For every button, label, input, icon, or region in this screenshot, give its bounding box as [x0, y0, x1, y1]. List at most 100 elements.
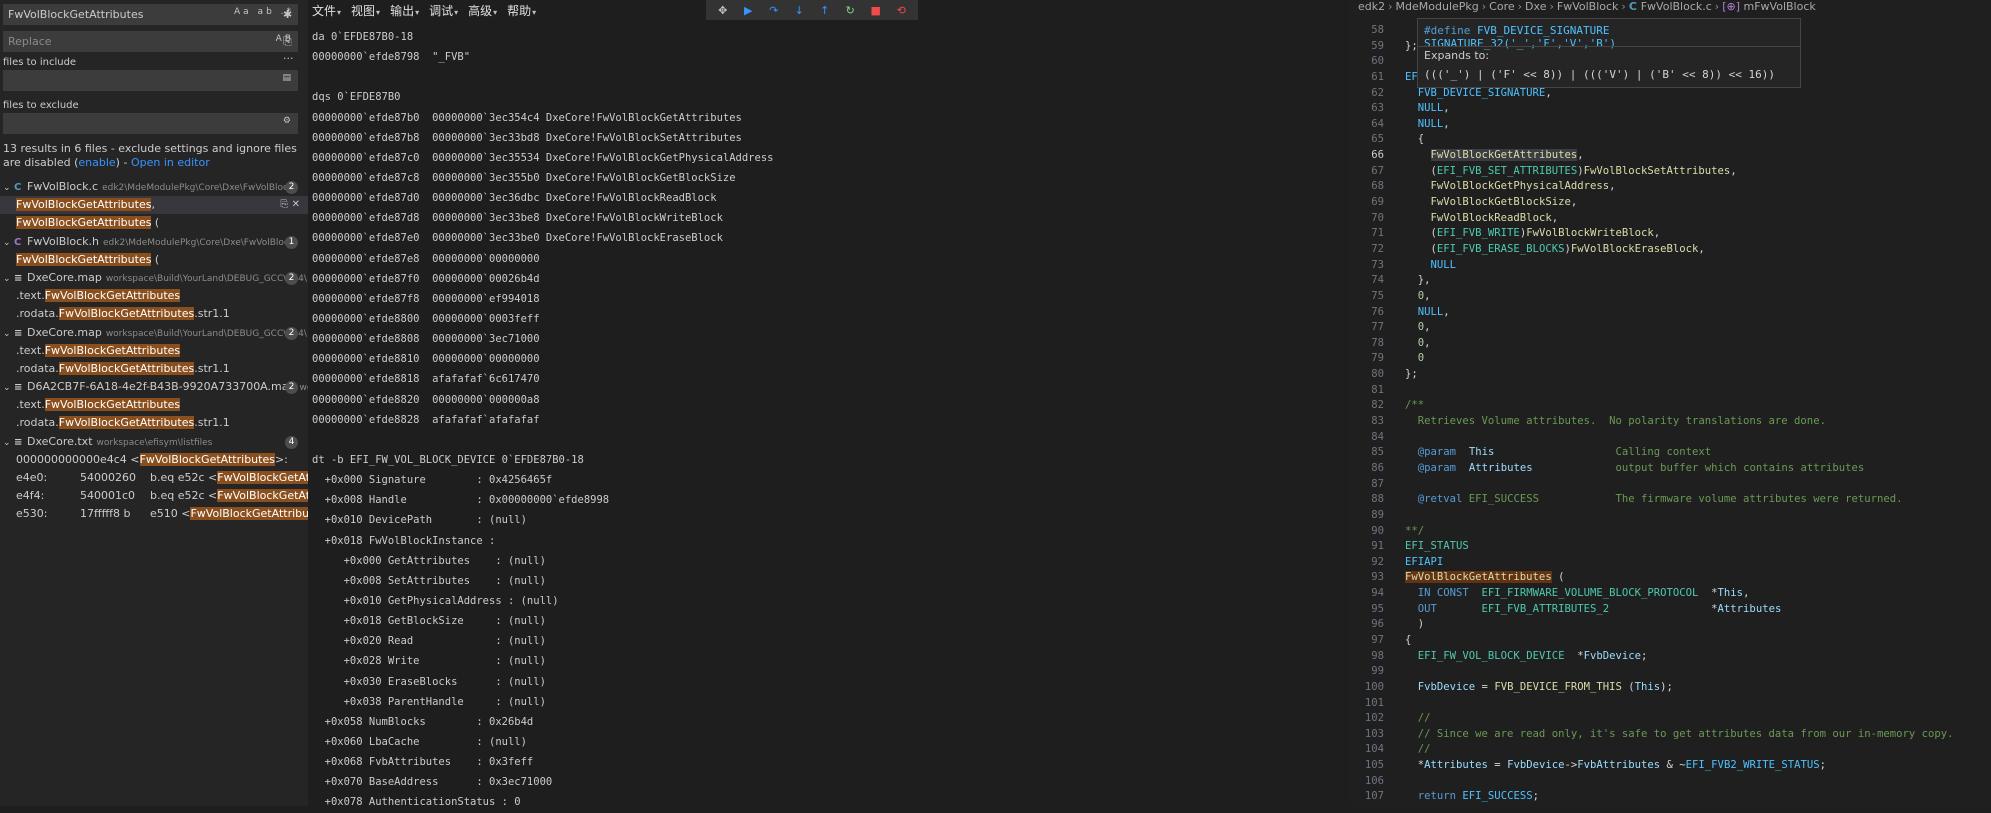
breadcrumb-symbol[interactable]: mFwVolBlock — [1744, 0, 1816, 13]
code-line[interactable]: 91 EFI_STATUS — [1348, 539, 1991, 555]
replace-all-icon[interactable]: ⎘ — [283, 35, 292, 49]
code-line[interactable]: 104 // — [1348, 742, 1991, 758]
code-line[interactable]: 69 FwVolBlockGetBlockSize, — [1348, 195, 1991, 211]
breadcrumb-item[interactable]: Core — [1489, 0, 1514, 13]
search-open-editors-icon[interactable]: ▤ — [282, 73, 294, 83]
result-match-row[interactable]: .rodata.FwVolBlockGetAttributes.str1.1 — [0, 414, 308, 432]
code-line[interactable]: 78 0, — [1348, 336, 1991, 352]
code-line[interactable]: 93 FwVolBlockGetAttributes ( — [1348, 570, 1991, 586]
replace-input[interactable]: Replace AB — [3, 31, 298, 52]
continue-icon[interactable]: ▶ — [741, 4, 755, 17]
code-line[interactable]: 79 0 — [1348, 351, 1991, 367]
code-line[interactable]: 89 — [1348, 508, 1991, 524]
search-input[interactable]: FwVolBlockGetAttributes Aa ab .* — [3, 4, 298, 25]
code-line[interactable]: 94 IN CONST EFI_FIRMWARE_VOLUME_BLOCK_PR… — [1348, 586, 1991, 602]
result-file-row[interactable]: ⌄ ≡ DxeCore.txt workspace\efisym\listfiles 4 — [0, 433, 308, 451]
result-file-row[interactable]: ⌄ ≡ D6A2CB7F-6A18-4e2f-B43B-9920A733700A.m… — [0, 378, 308, 396]
result-file-row[interactable]: ⌄ C FwVolBlock.c edk2\MdeModulePkg\Core\Dxe… — [0, 178, 308, 196]
open-in-editor-link[interactable]: Open in editor — [131, 156, 210, 169]
code-line[interactable]: 77 0, — [1348, 320, 1991, 336]
code-line[interactable]: 99 — [1348, 664, 1991, 680]
chevron-down-icon[interactable]: ⌄ — [3, 325, 14, 342]
code-line[interactable]: 98 EFI_FW_VOL_BLOCK_DEVICE *FvbDevice; — [1348, 649, 1991, 665]
code-line[interactable]: 76 NULL, — [1348, 305, 1991, 321]
files-to-include-input[interactable]: ▤ — [3, 70, 298, 91]
stop-icon[interactable]: ■ — [869, 4, 883, 17]
menu-item[interactable]: 视图 — [351, 4, 380, 18]
result-match-row[interactable]: FwVolBlockGetAttributes ( — [0, 251, 308, 269]
step-into-icon[interactable]: ↓ — [792, 4, 806, 17]
code-line[interactable]: 75 0, — [1348, 289, 1991, 305]
code-line[interactable]: 97 { — [1348, 633, 1991, 649]
replace-icon[interactable]: ⎘ — [280, 199, 291, 210]
dismiss-icon[interactable]: ✕ — [292, 199, 300, 210]
menu-item[interactable]: 文件 — [312, 4, 341, 18]
result-file-row[interactable]: ⌄ C FwVolBlock.h edk2\MdeModulePkg\Core\Dxe… — [0, 233, 308, 251]
code-line[interactable]: 96 ) — [1348, 617, 1991, 633]
code-line[interactable]: 100 FvbDevice = FVB_DEVICE_FROM_THIS (Th… — [1348, 680, 1991, 696]
code-line[interactable]: 85 @param This Calling context — [1348, 445, 1991, 461]
drag-handle-icon[interactable]: ✥ — [716, 4, 730, 17]
chevron-down-icon[interactable]: ⌄ — [3, 270, 14, 287]
code-line[interactable]: 68 FwVolBlockGetPhysicalAddress, — [1348, 179, 1991, 195]
code-line[interactable]: 80}; — [1348, 367, 1991, 383]
result-match-row[interactable]: .rodata.FwVolBlockGetAttributes.str1.1 — [0, 305, 308, 323]
code-line[interactable]: 63 NULL, — [1348, 101, 1991, 117]
code-line[interactable]: 92 EFIAPI — [1348, 555, 1991, 571]
code-line[interactable]: 65 { — [1348, 132, 1991, 148]
chevron-down-icon[interactable]: ⌄ — [3, 179, 14, 196]
disconnect-icon[interactable]: ⟲ — [894, 4, 908, 17]
code-line[interactable]: 101 — [1348, 696, 1991, 712]
code-line[interactable]: 107 return EFI_SUCCESS; — [1348, 789, 1991, 805]
enable-link[interactable]: enable — [78, 156, 115, 169]
step-over-icon[interactable]: ↷ — [767, 4, 781, 17]
code-line[interactable]: 72 (EFI_FVB_ERASE_BLOCKS)FwVolBlockErase… — [1348, 242, 1991, 258]
breadcrumb-file[interactable]: FwVolBlock.c — [1641, 0, 1712, 13]
result-match-row[interactable]: e4e0: 54000260 b.eq e52c <FwVolBlockGetAtt… — [0, 469, 308, 487]
more-options-icon[interactable]: ··· — [283, 52, 294, 65]
result-match-row[interactable]: .text.FwVolBlockGetAttributes — [0, 396, 308, 414]
code-line[interactable]: 84 — [1348, 430, 1991, 446]
files-to-exclude-input[interactable]: ⚙ — [3, 113, 298, 134]
code-line[interactable]: 87 — [1348, 477, 1991, 493]
code-line[interactable]: 70 FwVolBlockReadBlock, — [1348, 211, 1991, 227]
breadcrumb-item[interactable]: MdeModulePkg — [1396, 0, 1479, 13]
result-match-row[interactable]: FwVolBlockGetAttributes ( — [0, 214, 308, 232]
result-match-row[interactable]: .text.FwVolBlockGetAttributes — [0, 287, 308, 305]
menu-item[interactable]: 帮助 — [507, 4, 536, 18]
result-file-row[interactable]: ⌄ ≡ DxeCore.map workspace\Build\YourLand\DE… — [0, 324, 308, 342]
breadcrumb-item[interactable]: FwVolBlock — [1557, 0, 1619, 13]
menu-item[interactable]: 高级 — [468, 4, 497, 18]
step-out-icon[interactable]: ↑ — [818, 4, 832, 17]
code-line[interactable]: 64 NULL, — [1348, 117, 1991, 133]
result-match-row[interactable]: 000000000000e4c4 <FwVolBlockGetAttribute… — [0, 451, 308, 469]
menu-item[interactable]: 输出 — [390, 4, 419, 18]
code-line[interactable]: 71 (EFI_FVB_WRITE)FwVolBlockWriteBlock, — [1348, 226, 1991, 242]
code-line[interactable]: 88 @retval EFI_SUCCESS The firmware volu… — [1348, 492, 1991, 508]
code-line[interactable]: 95 OUT EFI_FVB_ATTRIBUTES_2 *Attributes — [1348, 602, 1991, 618]
result-match-row[interactable]: e4f4: 540001c0 b.eq e52c <FwVolBlockGetAtt… — [0, 487, 308, 505]
breadcrumb-item[interactable]: Dxe — [1525, 0, 1546, 13]
result-match-row[interactable]: .text.FwVolBlockGetAttributes — [0, 342, 308, 360]
code-line[interactable]: 86 @param Attributes output buffer which… — [1348, 461, 1991, 477]
regex-toggle-icon[interactable]: ✱ — [283, 8, 292, 21]
code-line[interactable]: 66 FwVolBlockGetAttributes, — [1348, 148, 1991, 164]
code-line[interactable]: 102 // — [1348, 711, 1991, 727]
result-match-row[interactable]: FwVolBlockGetAttributes, ⎘ ✕ — [0, 196, 308, 215]
code-line[interactable]: 73 NULL — [1348, 258, 1991, 274]
code-line[interactable]: 83 Retrieves Volume attributes. No polar… — [1348, 414, 1991, 430]
result-file-row[interactable]: ⌄ ≡ DxeCore.map workspace\Build\YourLand\DE… — [0, 269, 308, 287]
code-line[interactable]: 81 — [1348, 383, 1991, 399]
code-line[interactable]: 103 // Since we are read only, it's safe… — [1348, 727, 1991, 743]
code-line[interactable]: 106 — [1348, 774, 1991, 790]
chevron-down-icon[interactable]: ⌄ — [3, 434, 14, 451]
code-line[interactable]: 90 **/ — [1348, 524, 1991, 540]
restart-icon[interactable]: ↻ — [843, 4, 857, 17]
code-line[interactable]: 67 (EFI_FVB_SET_ATTRIBUTES)FwVolBlockSet… — [1348, 164, 1991, 180]
result-match-row[interactable]: e530: 17fffff8 b e510 <FwVolBlockGetAttrib… — [0, 505, 308, 523]
chevron-down-icon[interactable]: ⌄ — [3, 234, 14, 251]
breadcrumb-item[interactable]: edk2 — [1358, 0, 1385, 13]
result-match-row[interactable]: .rodata.FwVolBlockGetAttributes.str1.1 — [0, 360, 308, 378]
chevron-down-icon[interactable]: ⌄ — [3, 379, 14, 396]
menu-item[interactable]: 调试 — [429, 4, 458, 18]
